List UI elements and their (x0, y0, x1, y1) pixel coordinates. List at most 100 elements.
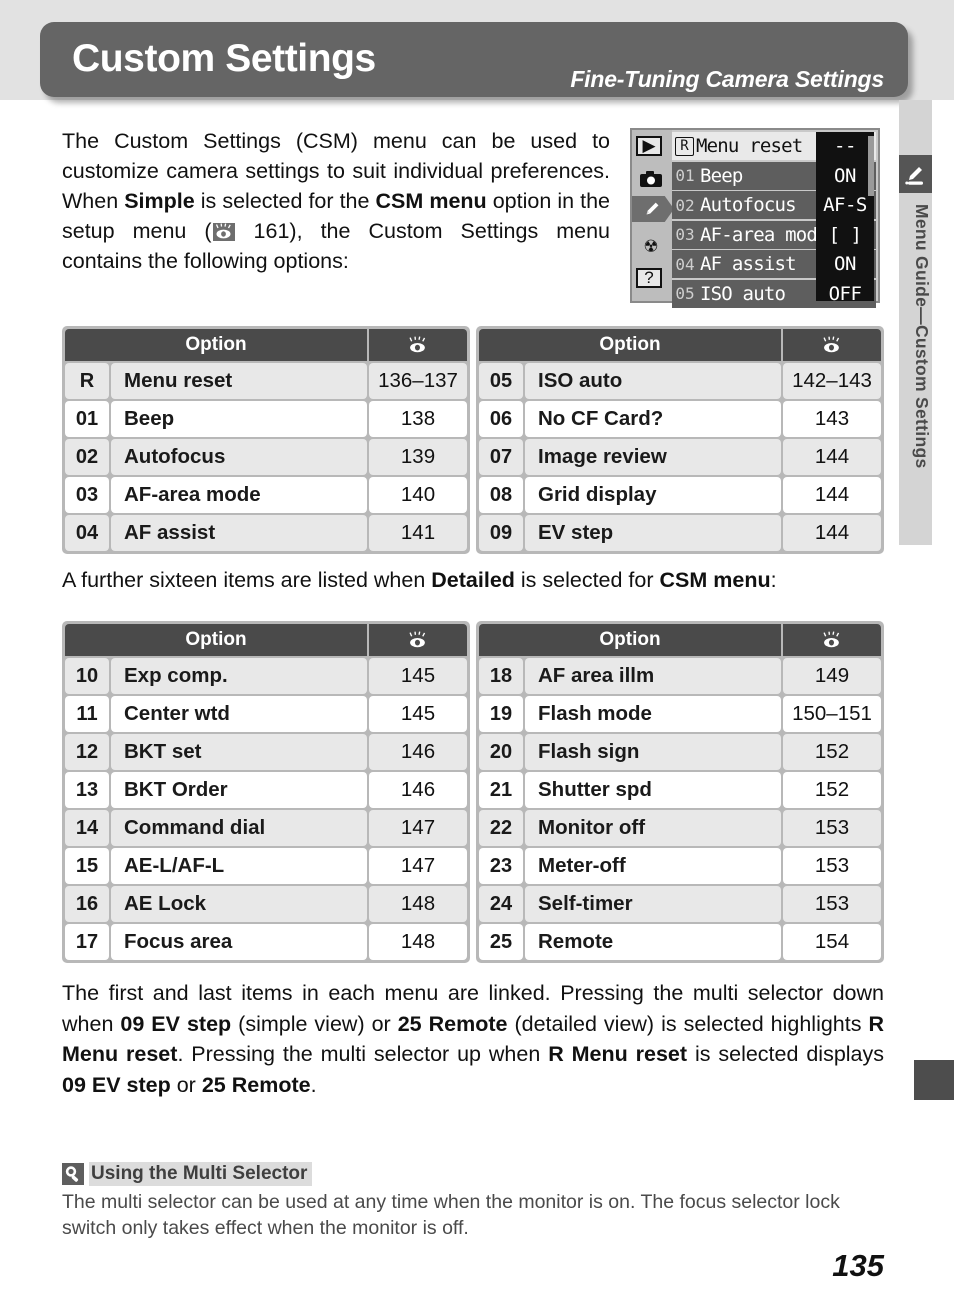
section-tab-rail: Menu Guide—Custom Settings (899, 100, 932, 545)
option-label: EV step (525, 515, 781, 551)
option-page-reference: 154 (783, 924, 881, 960)
option-page-reference: 144 (783, 439, 881, 475)
option-page-reference: 148 (369, 924, 467, 960)
option-page-reference: 144 (783, 515, 881, 551)
table-row[interactable]: 20 Flash sign 152 (479, 734, 881, 770)
table-row[interactable]: 03 AF-area mode 140 (65, 477, 467, 513)
options-table-detailed-right: Option 18 AF area illm 149 19 Flash mode 150–… (476, 621, 884, 963)
option-page-reference: 147 (369, 810, 467, 846)
option-page-reference: 142–143 (783, 363, 881, 399)
option-page-reference: 152 (783, 772, 881, 808)
option-label: Flash sign (525, 734, 781, 770)
option-page-reference: 146 (369, 772, 467, 808)
option-label: Meter-off (525, 848, 781, 884)
para-mid-text-2: is selected for (514, 568, 660, 592)
option-page-reference: 144 (783, 477, 881, 513)
lcd-icon-column: ▶ ☢ ? (632, 130, 674, 301)
options-table-simple-left: Option R Menu reset 136–137 01 Beep 138 02 Auto… (62, 326, 470, 554)
table-row[interactable]: 10 Exp comp. 145 (65, 658, 467, 694)
lcd-row-value: AF-S (823, 194, 867, 216)
table-row[interactable]: 08 Grid display 144 (479, 477, 881, 513)
option-number: 16 (65, 886, 109, 922)
table-row[interactable]: 23 Meter-off 153 (479, 848, 881, 884)
option-number: 04 (65, 515, 109, 551)
table-row[interactable]: 19 Flash mode 150–151 (479, 696, 881, 732)
pencil-icon (899, 155, 932, 193)
table-row[interactable]: 21 Shutter spd 152 (479, 772, 881, 808)
table-row[interactable]: 24 Self-timer 153 (479, 886, 881, 922)
option-label: AE-L/AF-L (111, 848, 367, 884)
eye-icon (212, 223, 235, 241)
option-number: 17 (65, 924, 109, 960)
option-page-reference: 153 (783, 886, 881, 922)
para-bot-text-3: (detailed view) is selected highlights (507, 1011, 869, 1036)
column-header-option: Option (65, 624, 367, 656)
option-label: Flash mode (525, 696, 781, 732)
table-row[interactable]: 06 No CF Card? 143 (479, 401, 881, 437)
table-row[interactable]: 05 ISO auto 142–143 (479, 363, 881, 399)
para-bot-text-4: . Pressing the multi selector up when (177, 1042, 549, 1066)
option-number: 20 (479, 734, 523, 770)
table-header-row: Option (479, 624, 881, 656)
table-row[interactable]: 14 Command dial 147 (65, 810, 467, 846)
option-page-reference: 145 (369, 696, 467, 732)
option-number: 08 (479, 477, 523, 513)
option-number: 19 (479, 696, 523, 732)
option-label: Remote (525, 924, 781, 960)
para-bot-text-6: or (170, 1072, 202, 1097)
para-mid-text-3: : (770, 568, 777, 592)
table-row[interactable]: 17 Focus area 148 (65, 924, 467, 960)
column-header-option: Option (65, 329, 367, 361)
lcd-scrollbar[interactable] (868, 136, 874, 196)
table-header-row: Option (65, 329, 467, 361)
lcd-row-number: R (675, 136, 694, 156)
option-number: 23 (479, 848, 523, 884)
option-label: Monitor off (525, 810, 781, 846)
lcd-row-number: 02 (675, 195, 695, 215)
table-row[interactable]: 09 EV step 144 (479, 515, 881, 551)
option-number: 10 (65, 658, 109, 694)
option-number: 06 (479, 401, 523, 437)
option-page-reference: 141 (369, 515, 467, 551)
table-header-row: Option (65, 624, 467, 656)
option-number: 03 (65, 477, 109, 513)
eye-icon (369, 624, 467, 656)
magnifier-icon (62, 1163, 84, 1185)
camera-icon (636, 166, 666, 192)
table-row[interactable]: 16 AE Lock 148 (65, 886, 467, 922)
table-row[interactable]: 04 AF assist 141 (65, 515, 467, 551)
linked-items-paragraph: The first and last items in each menu ar… (62, 978, 884, 1100)
option-number: 18 (479, 658, 523, 694)
option-label: Focus area (111, 924, 367, 960)
para-bot-bold-ev-step: 09 EV step (120, 1011, 232, 1036)
option-page-reference: 139 (369, 439, 467, 475)
para-mid-text-1: A further sixteen items are listed when (62, 568, 432, 592)
table-row[interactable]: 12 BKT set 146 (65, 734, 467, 770)
option-page-reference: 153 (783, 848, 881, 884)
lcd-row-value: OFF (828, 282, 862, 305)
lcd-row-value: ON (834, 164, 856, 187)
para-bot-bold-remote-2: 25 Remote (201, 1072, 311, 1097)
table-row[interactable]: 15 AE-L/AF-L 147 (65, 848, 467, 884)
option-number: 13 (65, 772, 109, 808)
option-label: ISO auto (525, 363, 781, 399)
option-number: 02 (65, 439, 109, 475)
table-row[interactable]: 13 BKT Order 146 (65, 772, 467, 808)
option-label: AF-area mode (111, 477, 367, 513)
table-row[interactable]: 02 Autofocus 139 (65, 439, 467, 475)
column-header-option: Option (479, 624, 781, 656)
option-label: BKT Order (111, 772, 367, 808)
table-row[interactable]: 18 AF area illm 149 (479, 658, 881, 694)
lcd-row-number: 05 (675, 284, 695, 303)
table-row[interactable]: 25 Remote 154 (479, 924, 881, 960)
table-row[interactable]: 11 Center wtd 145 (65, 696, 467, 732)
table-row[interactable]: 22 Monitor off 153 (479, 810, 881, 846)
option-label: Exp comp. (111, 658, 367, 694)
intro-bold-csm-menu: CSM menu (375, 189, 487, 213)
pencil-icon-selected (632, 196, 674, 222)
table-row[interactable]: 01 Beep 138 (65, 401, 467, 437)
option-page-reference: 138 (369, 401, 467, 437)
tip-note-body: The multi selector can be used at any ti… (62, 1191, 840, 1239)
table-row[interactable]: 07 Image review 144 (479, 439, 881, 475)
table-row[interactable]: R Menu reset 136–137 (65, 363, 467, 399)
